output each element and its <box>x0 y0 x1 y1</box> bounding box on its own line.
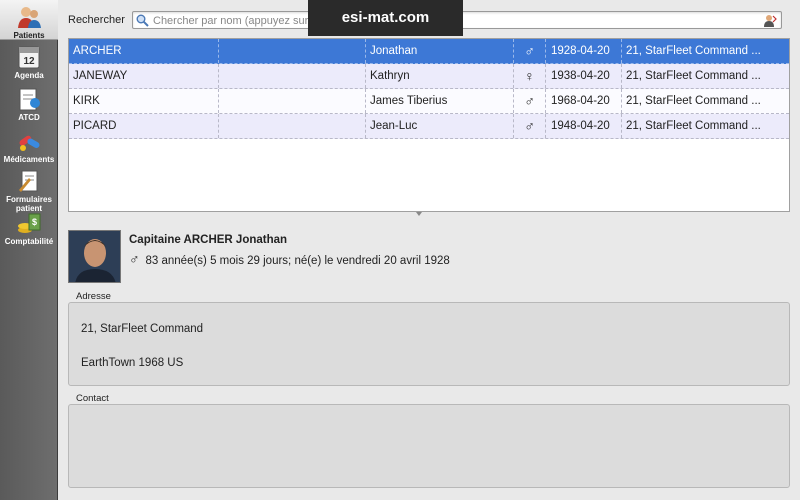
patients-table: ARCHER Jonathan ♂ 1928-04-20 21, StarFle… <box>68 38 790 212</box>
address-line-1: 21, StarFleet Command <box>81 323 204 335</box>
cell-end <box>772 89 789 113</box>
sidebar: Patients 12 Agenda ATCD Médicaments Form… <box>0 0 58 500</box>
person-filter-icon[interactable] <box>763 14 777 27</box>
sidebar-item-label: Médicaments <box>3 155 55 164</box>
table-row[interactable]: ARCHER Jonathan ♂ 1928-04-20 21, StarFle… <box>69 39 789 64</box>
cell-address: 21, StarFleet Command ... <box>626 120 761 132</box>
cell-end <box>772 64 789 88</box>
cell-address: 21, StarFleet Command ... <box>626 95 761 107</box>
patient-portrait-icon <box>69 231 120 282</box>
cell-firstname: Kathryn <box>366 64 514 88</box>
cell-empty <box>219 114 366 138</box>
patient-forms-icon <box>19 170 38 192</box>
sidebar-item-label: Comptabilité <box>4 237 54 246</box>
address-group: 21, StarFleet Command EarthTown 1968 US <box>68 302 790 386</box>
cell-dob: 1938-04-20 <box>546 64 622 88</box>
sidebar-item-medicaments[interactable]: Médicaments <box>0 128 58 166</box>
search-label: Rechercher <box>68 14 125 26</box>
table-row[interactable]: JANEWAY Kathryn ♀ 1938-04-20 21, StarFle… <box>69 64 789 89</box>
table-row[interactable]: KIRK James Tiberius ♂ 1968-04-20 21, Sta… <box>69 89 789 114</box>
sidebar-item-agenda[interactable]: 12 Agenda <box>0 44 58 82</box>
sidebar-item-label: ATCD <box>18 113 40 122</box>
cell-firstname: James Tiberius <box>366 89 514 113</box>
svg-text:$: $ <box>32 217 37 227</box>
patient-age-text: 83 année(s) 5 mois 29 jours; né(e) le ve… <box>145 255 450 267</box>
cell-end <box>772 114 789 138</box>
contact-group <box>68 404 790 488</box>
cell-address: 21, StarFleet Command ... <box>626 45 761 57</box>
agenda-day: 12 <box>23 56 35 67</box>
cell-dob: 1968-04-20 <box>546 89 622 113</box>
address-group-label: Adresse <box>76 291 111 302</box>
cell-lastname: PICARD <box>69 114 219 138</box>
male-icon: ♂ <box>514 39 546 63</box>
atcd-icon <box>19 88 40 111</box>
main-area: Rechercher esi-mat.com ARCHER Jonathan ♂… <box>58 0 800 500</box>
agenda-calendar-icon: 12 <box>18 46 40 69</box>
patient-photo <box>68 230 121 283</box>
male-icon: ♂ <box>514 114 546 138</box>
cell-lastname: KIRK <box>69 89 219 113</box>
contact-group-label: Contact <box>76 393 109 404</box>
female-icon: ♀ <box>514 64 546 88</box>
cell-empty <box>219 39 366 63</box>
cell-address: 21, StarFleet Command ... <box>626 70 761 82</box>
male-icon: ♂ <box>514 89 546 113</box>
sidebar-item-formulaires[interactable]: Formulaires patient <box>0 168 58 213</box>
splitter-handle-icon[interactable] <box>416 212 422 216</box>
cell-firstname: Jean-Luc <box>366 114 514 138</box>
sidebar-item-label: Agenda <box>14 71 44 80</box>
cell-empty <box>219 89 366 113</box>
cell-firstname: Jonathan <box>366 39 514 63</box>
sidebar-item-atcd[interactable]: ATCD <box>0 86 58 124</box>
cell-dob: 1928-04-20 <box>546 39 622 63</box>
watermark: esi-mat.com <box>308 0 463 36</box>
address-line-2: EarthTown 1968 US <box>81 357 184 369</box>
cell-dob: 1948-04-20 <box>546 114 622 138</box>
patient-name: Capitaine ARCHER Jonathan <box>129 234 288 246</box>
cell-lastname: JANEWAY <box>69 64 219 88</box>
cell-end <box>772 39 789 63</box>
table-row[interactable]: PICARD Jean-Luc ♂ 1948-04-20 21, StarFle… <box>69 114 789 139</box>
patient-age-line: ♂ 83 année(s) 5 mois 29 jours; né(e) le v… <box>129 251 450 267</box>
male-icon: ♂ <box>129 251 140 267</box>
cell-empty <box>219 64 366 88</box>
patients-icon <box>18 7 41 28</box>
sidebar-item-comptabilite[interactable]: $ Comptabilité <box>0 210 58 248</box>
accounting-icon: $ <box>18 213 41 233</box>
sidebar-item-label: Patients <box>13 31 45 40</box>
cell-lastname: ARCHER <box>69 39 219 63</box>
medications-icon <box>19 135 40 151</box>
sidebar-item-patients[interactable]: Patients <box>0 0 58 40</box>
search-icon <box>136 14 149 27</box>
